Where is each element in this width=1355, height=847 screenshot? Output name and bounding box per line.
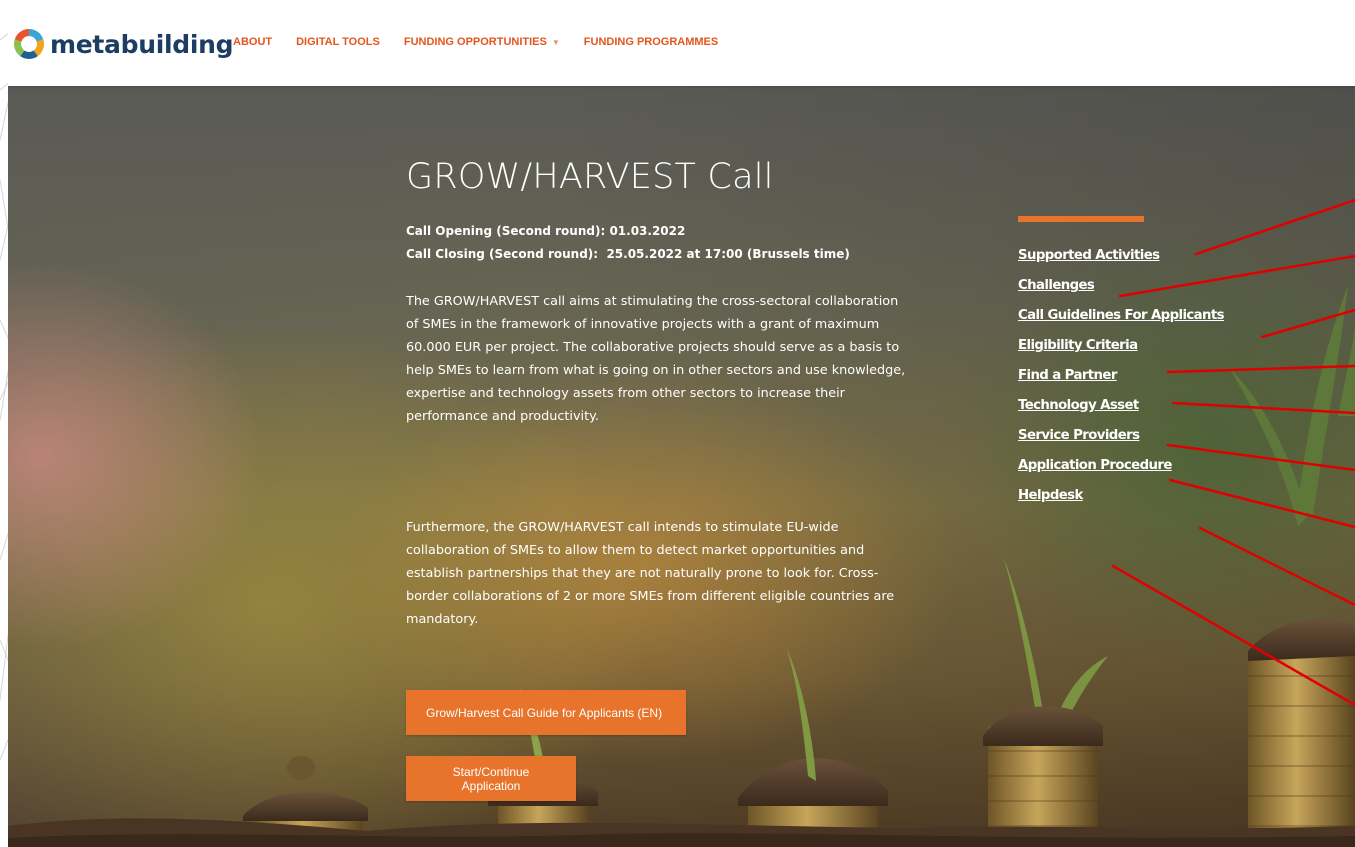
start-continue-application-button[interactable]: Start/Continue Application (406, 756, 576, 801)
nav-funding-opportunities-label: FUNDING OPPORTUNITIES (403, 36, 547, 48)
link-service-providers[interactable]: Service Providers (1018, 426, 1224, 456)
hero-section: GROW/HARVEST Call Call Opening (Second r… (8, 86, 1355, 847)
page-title: GROW/HARVEST Call (406, 157, 774, 198)
top-navbar: metabuilding ABOUT DIGITAL TOOLS FUNDING… (8, 0, 1355, 86)
nav-about[interactable]: ABOUT (233, 36, 272, 48)
link-find-a-partner[interactable]: Find a Partner (1018, 366, 1224, 396)
site-logo[interactable]: metabuilding (12, 26, 234, 62)
call-closing-date: Call Closing (Second round): 25.05.2022 … (406, 247, 850, 261)
link-eligibility-criteria[interactable]: Eligibility Criteria (1018, 336, 1224, 366)
link-application-procedure[interactable]: Application Procedure (1018, 456, 1224, 486)
page: metabuilding ABOUT DIGITAL TOOLS FUNDING… (8, 0, 1355, 847)
orange-divider-bar (1018, 216, 1144, 222)
link-challenges[interactable]: Challenges (1018, 276, 1224, 306)
nav-digital-tools-label: DIGITAL TOOLS (296, 36, 380, 48)
call-collaboration-paragraph: Furthermore, the GROW/HARVEST call inten… (406, 520, 895, 627)
nav-about-label: ABOUT (233, 36, 273, 48)
chevron-down-icon: ▼ (551, 37, 560, 47)
call-opening-date: Call Opening (Second round): 01.03.2022 (406, 224, 686, 238)
section-links: Supported Activities Challenges Call Gui… (1018, 246, 1225, 516)
call-dates: Call Opening (Second round): 01.03.2022 … (406, 220, 850, 266)
logo-text: metabuilding (50, 29, 234, 59)
link-technology-asset[interactable]: Technology Asset (1018, 396, 1224, 426)
nav-digital-tools[interactable]: DIGITAL TOOLS (296, 36, 380, 48)
main-nav: ABOUT DIGITAL TOOLS FUNDING OPPORTUNITIE… (233, 36, 742, 48)
nav-funding-opportunities[interactable]: FUNDING OPPORTUNITIES ▼ (404, 36, 560, 48)
metabuilding-ring-logo-icon (13, 28, 45, 59)
link-supported-activities[interactable]: Supported Activities (1018, 246, 1224, 276)
nav-funding-programmes-label: FUNDING PROGRAMMES (583, 36, 719, 48)
nav-funding-programmes[interactable]: FUNDING PROGRAMMES (584, 36, 718, 48)
call-description-paragraph: The GROW/HARVEST call aims at stimulatin… (406, 294, 906, 424)
guide-for-applicants-button[interactable]: Grow/Harvest Call Guide for Applicants (… (406, 690, 686, 735)
link-helpdesk[interactable]: Helpdesk (1018, 486, 1224, 516)
link-call-guidelines[interactable]: Call Guidelines For Applicants (1018, 306, 1225, 336)
